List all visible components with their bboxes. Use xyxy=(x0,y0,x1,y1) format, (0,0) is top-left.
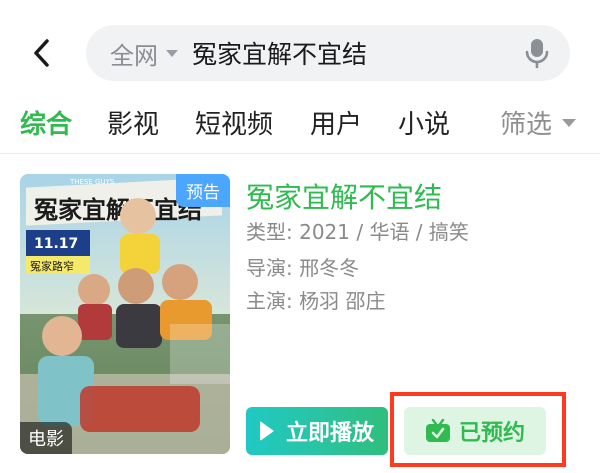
dropdown-arrow-icon xyxy=(562,118,577,127)
director-line: 导演: 邢冬冬 xyxy=(246,256,360,280)
mic-icon[interactable] xyxy=(522,37,552,69)
trailer-badge: 预告 xyxy=(176,174,230,207)
result-title[interactable]: 冤家宜解不宜结 xyxy=(246,176,442,216)
search-scope-select[interactable]: 全网 xyxy=(110,25,178,81)
cast-line: 主演: 杨羽 邵庄 xyxy=(246,289,386,313)
search-scope-label: 全网 xyxy=(110,41,158,70)
search-box[interactable]: 全网 冤家宜解不宜结 xyxy=(86,25,570,81)
tab-users[interactable]: 用户 xyxy=(310,104,362,141)
tab-novels[interactable]: 小说 xyxy=(398,104,450,141)
back-icon xyxy=(34,39,49,67)
filter-button[interactable]: 筛选 xyxy=(500,104,577,141)
poster-date: 11.17 xyxy=(34,236,78,252)
result-poster[interactable]: 冤家宜解不宜结 THESE GUYS 11.17 冤家路窄 预告 电影 xyxy=(20,174,230,454)
media-type-badge: 电影 xyxy=(20,422,72,454)
divider xyxy=(0,153,600,154)
tab-short-video[interactable]: 短视频 xyxy=(195,104,273,141)
dropdown-arrow-icon xyxy=(166,49,178,57)
reserved-button[interactable]: 已预约 xyxy=(404,407,546,455)
filter-label: 筛选 xyxy=(500,110,553,140)
tv-check-icon xyxy=(425,419,450,442)
top-bar: 全网 冤家宜解不宜结 xyxy=(0,0,600,100)
play-now-label: 立即播放 xyxy=(285,421,374,446)
play-now-button[interactable]: 立即播放 xyxy=(246,407,388,455)
poster-top-text: THESE GUYS xyxy=(69,178,115,186)
play-icon xyxy=(259,421,274,441)
poster-image: 冤家宜解不宜结 THESE GUYS 11.17 冤家路窄 xyxy=(20,174,230,454)
poster-subtitle: 冤家路窄 xyxy=(30,259,74,273)
tab-comprehensive[interactable]: 综合 xyxy=(20,104,72,141)
genre-line: 类型: 2021 / 华语 / 搞笑 xyxy=(246,220,469,244)
back-button[interactable] xyxy=(22,30,62,76)
category-tabs: 综合 影视 短视频 用户 小说 筛选 xyxy=(0,100,600,152)
search-input[interactable]: 冤家宜解不宜结 xyxy=(192,25,367,81)
tab-film-tv[interactable]: 影视 xyxy=(107,104,159,141)
reserved-label: 已预约 xyxy=(458,421,525,446)
